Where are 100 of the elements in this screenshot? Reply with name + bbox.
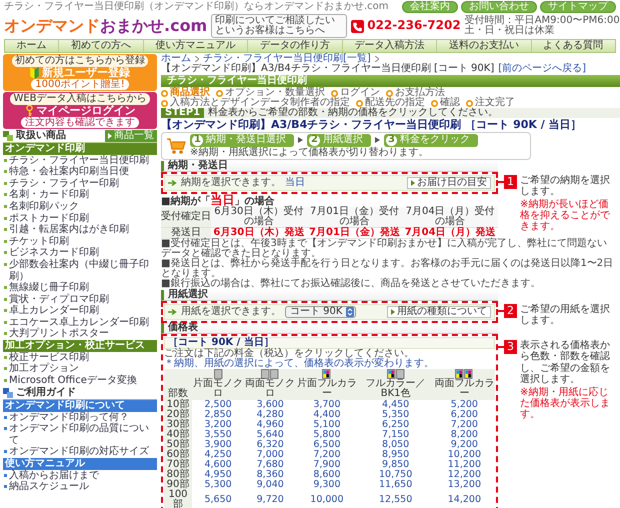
price-link[interactable]: 3,600	[256, 398, 284, 410]
price-link[interactable]: 7,200	[450, 418, 478, 430]
price-link[interactable]: 6,200	[450, 408, 478, 420]
price-link[interactable]: 6,320	[256, 438, 284, 450]
price-link[interactable]: 7,150	[382, 428, 410, 440]
sidebar-link[interactable]: ビジネスカード印刷	[3, 247, 157, 259]
sidebar-link[interactable]: Microsoft Officeデータ変換	[3, 374, 157, 386]
column-header: 部数	[164, 368, 192, 400]
sidebar-link[interactable]: オンデマンド印刷って何？	[3, 412, 157, 424]
sidebar-link[interactable]: チケット印刷	[3, 236, 157, 248]
price-link[interactable]: 8,200	[450, 428, 478, 440]
back-link[interactable]: [前のページへ戻る]	[498, 64, 586, 74]
sidebar-link[interactable]: 無線綴じ冊子印刷	[3, 282, 157, 294]
sidebar-link[interactable]: 大判プリントポスター	[3, 328, 157, 340]
price-link[interactable]: 14,200	[448, 494, 481, 505]
nav-tab[interactable]: データの作り方	[247, 40, 342, 52]
promo-banner[interactable]: WEBデータ入稿はこちらから マイページログイン 注文内容も確認できます	[3, 92, 157, 130]
price-link[interactable]: 6,250	[382, 418, 410, 430]
price-link[interactable]: 8,600	[313, 468, 341, 480]
paper-select[interactable]: コート 90K	[285, 306, 356, 318]
price-link[interactable]: 13,200	[448, 478, 481, 490]
price-link[interactable]: 12,200	[448, 468, 481, 480]
price-link[interactable]: 5,650	[204, 494, 232, 505]
price-link[interactable]: 3,550	[204, 428, 232, 440]
sidebar-link[interactable]: 卓上カレンダー印刷	[3, 305, 157, 317]
nav-tab[interactable]: よくある質問	[530, 40, 615, 52]
breadcrumb-link[interactable]: 【オンデマンド印刷】A3/B4チラシ・フライヤー当日便印刷 [コート 90K]	[161, 64, 494, 74]
price-link[interactable]: 5,100	[313, 418, 341, 430]
sidebar-link[interactable]: オンデマンド印刷の品質について	[3, 423, 157, 446]
price-link[interactable]: 5,300	[204, 478, 232, 490]
sidebar-link[interactable]: 加工オプション	[3, 363, 157, 375]
price-link[interactable]: 7,000	[256, 448, 284, 460]
price-link[interactable]: 3,700	[313, 398, 341, 410]
price-link[interactable]: 9,300	[313, 478, 341, 490]
nav-tab[interactable]: 初めての方へ	[58, 40, 143, 52]
promo-banner[interactable]: 初めての方はこちらから登録 新規ユーザー登録 1000ポイント贈呈!	[3, 54, 157, 92]
price-link[interactable]: 8,360	[256, 468, 284, 480]
price-link[interactable]: 3,900	[204, 438, 232, 450]
price-link[interactable]: 3,200	[204, 418, 232, 430]
price-link[interactable]: 5,800	[313, 428, 341, 440]
instruction-text: 料金表からご希望の部数・納期の価格をクリックしてください。	[208, 108, 498, 118]
price-link[interactable]: 9,850	[382, 458, 410, 470]
price-link[interactable]: 4,280	[256, 408, 284, 420]
price-link[interactable]: 4,950	[204, 468, 232, 480]
price-link[interactable]: 6,500	[313, 438, 341, 450]
bullet-icon	[4, 216, 7, 220]
price-link[interactable]: 10,200	[448, 448, 481, 460]
nav-tab[interactable]: データ入稿方法	[342, 40, 436, 52]
price-link[interactable]: 9,720	[256, 494, 284, 505]
note-text: ■発送日とは、弊社から発送手配を行う日となります。お客様のお手元に届くのは発送日以降1〜2日となります。	[161, 258, 614, 279]
price-link[interactable]: 4,960	[256, 418, 284, 430]
price-link[interactable]: 7,680	[256, 458, 284, 470]
caret-icon	[108, 133, 112, 140]
price-link[interactable]: 7,900	[313, 458, 341, 470]
price-link[interactable]: 11,650	[379, 478, 412, 490]
delivery-option-link[interactable]: 当日	[285, 178, 305, 188]
sidebar-link[interactable]: 賞状・ディプロマ印刷	[3, 294, 157, 306]
sidebar-link[interactable]: 校正サービス印刷	[3, 352, 157, 364]
sidebar-link[interactable]: 入稿からお届けまで	[3, 470, 157, 482]
price-link[interactable]: 11,200	[448, 458, 481, 470]
price-link[interactable]: 5,640	[256, 428, 284, 440]
table-cell: 90部	[164, 480, 192, 490]
sidebar-link[interactable]: 特急・会社案内印刷当日便	[3, 166, 157, 178]
paper-types-button[interactable]: 用紙の種類について	[387, 306, 491, 318]
nav-tab[interactable]: 送料のお支払い	[436, 40, 531, 52]
delivery-guide-button[interactable]: お届け日の目安	[407, 176, 491, 189]
sidebar-link[interactable]: チラシ・フライヤー印刷	[3, 178, 157, 190]
price-link[interactable]: 9,200	[450, 438, 478, 450]
sidebar-link[interactable]: オンデマンド印刷の対応サイズ	[3, 446, 157, 458]
price-link[interactable]: 10,000	[310, 494, 344, 505]
breadcrumb-link[interactable]: ホーム	[161, 54, 191, 64]
price-link[interactable]: 4,250	[204, 448, 232, 460]
site-logo[interactable]: オンデマンドおまかせ.com	[4, 17, 208, 35]
price-link[interactable]: 2,850	[204, 408, 232, 420]
sidebar-link[interactable]: 名刺・カード印刷	[3, 189, 157, 201]
price-link[interactable]: 4,400	[313, 408, 341, 420]
sidebar-link[interactable]: チラシ・フライヤー当日便印刷	[3, 154, 157, 166]
price-link[interactable]: 9,040	[256, 478, 284, 490]
consult-link[interactable]: 印刷についてご相談したいというお客様はこちらへ	[211, 14, 348, 38]
price-link[interactable]: 7,200	[313, 448, 341, 460]
price-note: ＊納期、用紙の選択によって、価格表の表示が変わります。	[164, 358, 435, 369]
price-link[interactable]: 12,550	[379, 494, 412, 505]
sidebar-link[interactable]: ポストカード印刷	[3, 212, 157, 224]
sidebar-link[interactable]: エコケース卓上カレンダー印刷	[3, 316, 157, 328]
price-link[interactable]: 4,600	[204, 458, 232, 470]
nav-tab[interactable]: ホーム	[5, 40, 58, 52]
sidebar-link[interactable]: 少部数会社案内（中綴じ冊子印刷）	[3, 258, 157, 282]
price-link[interactable]: 8,050	[382, 438, 410, 450]
price-link[interactable]: 5,350	[382, 408, 410, 420]
breadcrumb-link[interactable]: チラシ・フライヤー当日便印刷[一覧]	[203, 54, 371, 64]
sidebar-link[interactable]: 名刺印刷パック	[3, 200, 157, 213]
price-link[interactable]: 8,950	[382, 448, 410, 460]
nav-tab[interactable]: 使い方マニュアル	[142, 40, 248, 52]
price-link[interactable]: 2,500	[204, 398, 232, 410]
price-link[interactable]: 4,450	[382, 398, 410, 410]
sidebar-link[interactable]: 引越・転居案内はがき印刷	[3, 224, 157, 236]
caret-icon	[391, 308, 395, 315]
sidebar-link[interactable]: 納品スケジュール	[3, 481, 157, 493]
price-link[interactable]: 5,200	[450, 398, 478, 410]
price-link[interactable]: 10,750	[379, 468, 412, 480]
